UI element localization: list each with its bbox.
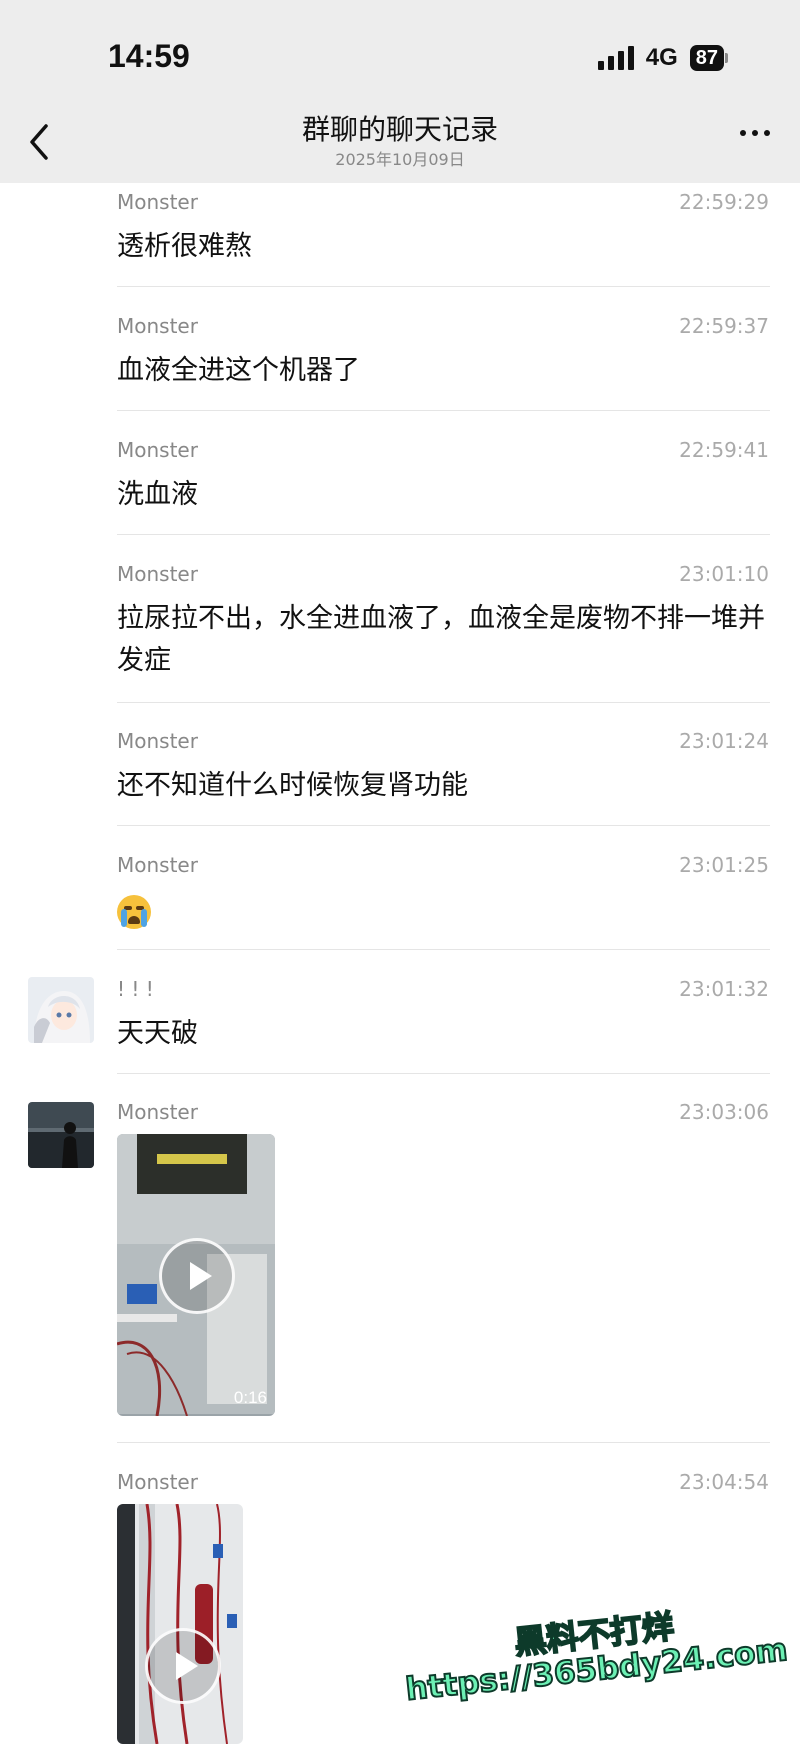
message-text: 拉尿拉不出，水全进血液了，血液全是废物不排一堆并发症 <box>117 603 765 676</box>
divider <box>117 1442 770 1443</box>
avatar[interactable] <box>28 977 94 1043</box>
sender-name: ! ! ! <box>117 977 154 1001</box>
more-dot-icon <box>740 130 746 136</box>
sender-name: Monster <box>117 314 198 338</box>
sender-name: Monster <box>117 1100 198 1124</box>
message-text: 血液全进这个机器了 <box>117 355 360 386</box>
divider <box>117 410 770 411</box>
avatar-anime-girl-icon <box>28 977 94 1043</box>
message-time: 23:03:06 <box>679 1100 769 1124</box>
avatar[interactable] <box>28 1102 94 1168</box>
message-text: 天天破 <box>117 1018 198 1049</box>
message-time: 23:01:24 <box>679 729 769 753</box>
title-block: 群聊的聊天记录 2025年10月09日 <box>0 112 800 170</box>
message-time: 23:01:32 <box>679 977 769 1001</box>
divider <box>117 1073 770 1074</box>
page-title: 群聊的聊天记录 <box>301 113 498 146</box>
crying-face-icon <box>117 895 151 929</box>
message-text: 还不知道什么时候恢复肾功能 <box>117 770 468 801</box>
more-options-button[interactable] <box>740 130 770 136</box>
message-time: 22:59:41 <box>679 438 769 462</box>
sender-name: Monster <box>117 729 198 753</box>
divider <box>117 702 770 703</box>
message-item[interactable]: Monster 23:03:06 0:16 <box>0 1100 800 1443</box>
message-item[interactable]: ! ! ! 23:01:32 天天破 <box>0 977 800 1077</box>
signal-icon <box>597 46 634 70</box>
message-text: 透析很难熬 <box>117 231 252 262</box>
message-item[interactable]: Monster 22:59:41 洗血液 <box>0 438 800 538</box>
status-time: 14:59 <box>108 38 190 74</box>
network-type: 4G <box>645 44 678 71</box>
divider <box>117 286 770 287</box>
message-item[interactable]: Monster 22:59:37 血液全进这个机器了 <box>0 314 800 414</box>
sender-name: Monster <box>117 562 198 586</box>
page-subtitle-date: 2025年10月09日 <box>335 150 465 169</box>
battery-icon: 87 <box>689 45 728 71</box>
divider <box>117 949 770 950</box>
message-time: 22:59:37 <box>679 314 769 338</box>
sender-name: Monster <box>117 1470 198 1494</box>
message-item[interactable]: Monster 23:01:24 还不知道什么时候恢复肾功能 <box>0 729 800 829</box>
divider <box>117 825 770 826</box>
message-item[interactable]: Monster 23:01:10 拉尿拉不出，水全进血液了，血液全是废物不排一堆… <box>0 562 800 708</box>
message-item[interactable]: Monster 23:04:54 <box>0 1470 800 1744</box>
message-time: 23:04:54 <box>679 1470 769 1494</box>
message-time: 23:01:10 <box>679 562 769 586</box>
sender-name: Monster <box>117 190 198 214</box>
message-item[interactable]: Monster 23:01:25 <box>0 853 800 953</box>
header: 14:59 4G 87 群聊的聊天记录 2025年10月09日 <box>0 0 800 183</box>
play-icon[interactable] <box>159 1238 235 1314</box>
avatar-person-silhouette-icon <box>28 1102 94 1168</box>
battery-level: 87 <box>689 45 724 71</box>
video-duration: 0:16 <box>233 1388 267 1407</box>
video-thumbnail[interactable] <box>117 1504 243 1744</box>
video-thumbnail[interactable]: 0:16 <box>117 1134 275 1416</box>
message-time: 22:59:29 <box>679 190 769 214</box>
message-text: 洗血液 <box>117 479 198 510</box>
sender-name: Monster <box>117 438 198 462</box>
sender-name: Monster <box>117 853 198 877</box>
video-frame-tubes <box>117 1504 243 1744</box>
divider <box>117 534 770 535</box>
more-dot-icon <box>764 130 770 136</box>
play-icon[interactable] <box>145 1628 221 1704</box>
more-dot-icon <box>752 130 758 136</box>
status-indicators: 4G 87 <box>597 44 728 72</box>
message-item[interactable]: Monster 22:59:29 透析很难熬 <box>0 190 800 290</box>
message-time: 23:01:25 <box>679 853 769 877</box>
